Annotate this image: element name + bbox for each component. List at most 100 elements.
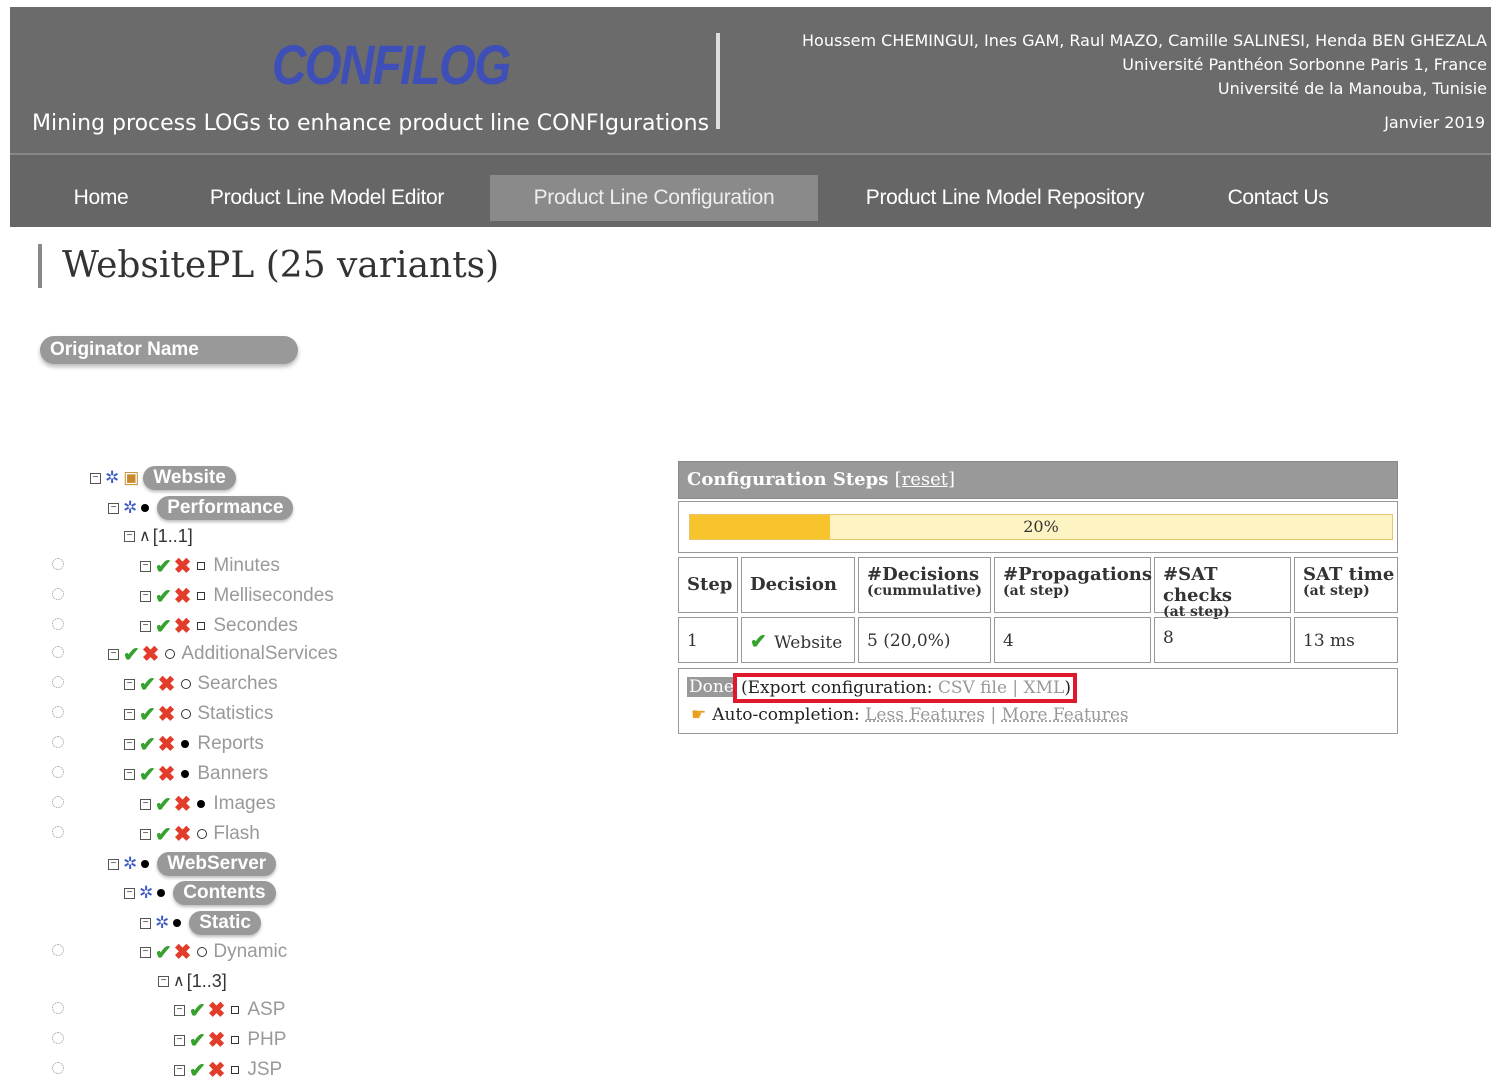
- collapse-icon[interactable]: −: [124, 678, 135, 690]
- collapse-icon[interactable]: −: [158, 975, 169, 987]
- confilog-logo: CONFILOG: [272, 33, 511, 96]
- collapse-icon[interactable]: −: [124, 708, 135, 720]
- select-check-icon[interactable]: ✔: [155, 940, 172, 965]
- select-check-icon[interactable]: ✔: [139, 672, 156, 697]
- cell-sat-time: 13 ms: [1294, 617, 1398, 663]
- selection-radio[interactable]: [52, 944, 64, 956]
- selection-radio[interactable]: [52, 558, 64, 570]
- collapse-icon[interactable]: −: [108, 648, 119, 660]
- feature-label[interactable]: Static: [189, 911, 261, 935]
- deselect-cross-icon[interactable]: ✖: [158, 762, 176, 787]
- reset-link[interactable]: [reset]: [895, 469, 955, 490]
- deselect-cross-icon[interactable]: ✖: [208, 1058, 226, 1083]
- collapse-icon[interactable]: −: [90, 472, 101, 484]
- more-features-link[interactable]: More Features: [1002, 705, 1129, 725]
- deselect-cross-icon[interactable]: ✖: [174, 614, 192, 639]
- originator-name-field[interactable]: Originator Name: [40, 336, 298, 364]
- selection-radio[interactable]: [52, 1062, 64, 1074]
- done-button[interactable]: Done: [687, 677, 736, 697]
- collapse-icon[interactable]: −: [140, 946, 151, 958]
- collapse-icon[interactable]: −: [174, 1034, 185, 1046]
- deselect-cross-icon[interactable]: ✖: [158, 702, 176, 727]
- select-check-icon[interactable]: ✔: [189, 1028, 206, 1053]
- collapse-icon[interactable]: −: [140, 560, 151, 572]
- tree-node-asp: − ✔ ✖ ASP: [174, 997, 285, 1023]
- select-check-icon[interactable]: ✔: [139, 762, 156, 787]
- collapse-icon[interactable]: −: [124, 768, 135, 780]
- select-check-icon[interactable]: ✔: [155, 822, 172, 847]
- mandatory-dot-icon: [157, 889, 166, 897]
- select-check-icon[interactable]: ✔: [155, 792, 172, 817]
- alternative-square-icon: [231, 1066, 240, 1074]
- collapse-icon[interactable]: −: [124, 530, 135, 542]
- tree-node-webserver: − ✲ WebServer: [108, 851, 277, 877]
- gear-icon: ✲: [123, 498, 138, 517]
- feature-label: JSP: [247, 1059, 283, 1080]
- select-check-icon[interactable]: ✔: [139, 702, 156, 727]
- selection-radio[interactable]: [52, 826, 64, 838]
- nav-contact[interactable]: Contact Us: [1204, 175, 1352, 221]
- deselect-cross-icon[interactable]: ✖: [174, 940, 192, 965]
- collapse-icon[interactable]: −: [124, 738, 135, 750]
- collapse-icon[interactable]: −: [140, 620, 151, 632]
- selection-radio[interactable]: [52, 588, 64, 600]
- nav-model-editor[interactable]: Product Line Model Editor: [186, 175, 468, 221]
- deselect-cross-icon[interactable]: ✖: [174, 822, 192, 847]
- selection-radio[interactable]: [52, 646, 64, 658]
- panel-header: Configuration Steps [reset]: [678, 461, 1398, 499]
- cell-sat-checks: 8: [1154, 617, 1291, 663]
- feature-label: Searches: [197, 673, 278, 694]
- selection-radio[interactable]: [52, 736, 64, 748]
- collapse-icon[interactable]: −: [124, 887, 135, 899]
- deselect-cross-icon[interactable]: ✖: [208, 998, 226, 1023]
- deselect-cross-icon[interactable]: ✖: [142, 642, 160, 667]
- collapse-icon[interactable]: −: [140, 828, 151, 840]
- select-check-icon[interactable]: ✔: [139, 732, 156, 757]
- feature-label[interactable]: Performance: [157, 496, 294, 520]
- selection-radio[interactable]: [52, 676, 64, 688]
- export-xml-link[interactable]: XML: [1024, 678, 1065, 698]
- select-check-icon[interactable]: ✔: [155, 614, 172, 639]
- select-check-icon[interactable]: ✔: [155, 584, 172, 609]
- deselect-cross-icon[interactable]: ✖: [174, 584, 192, 609]
- auto-completion: ☛ Auto-completion: Less Features | More F…: [691, 705, 1129, 725]
- nav-configuration[interactable]: Product Line Configuration: [490, 175, 818, 221]
- selection-radio[interactable]: [52, 618, 64, 630]
- deselect-cross-icon[interactable]: ✖: [174, 554, 192, 579]
- selection-radio[interactable]: [52, 706, 64, 718]
- select-check-icon[interactable]: ✔: [189, 1058, 206, 1083]
- select-check-icon[interactable]: ✔: [123, 642, 140, 667]
- deselect-cross-icon[interactable]: ✖: [174, 792, 192, 817]
- progress-label: 20%: [1023, 517, 1059, 536]
- select-check-icon[interactable]: ✔: [189, 998, 206, 1023]
- deselect-cross-icon[interactable]: ✖: [158, 672, 176, 697]
- feature-label[interactable]: Contents: [173, 881, 276, 905]
- tree-node-mellisecondes: − ✔ ✖ Mellisecondes: [140, 583, 334, 609]
- nav-home[interactable]: Home: [50, 175, 152, 221]
- panel-title: Configuration Steps: [687, 469, 889, 490]
- select-check-icon[interactable]: ✔: [155, 554, 172, 579]
- collapse-icon[interactable]: −: [174, 1004, 185, 1016]
- deselect-cross-icon[interactable]: ✖: [208, 1028, 226, 1053]
- collapse-icon[interactable]: −: [174, 1064, 185, 1076]
- selection-radio[interactable]: [52, 1002, 64, 1014]
- col-header-decisions: #Decisions (cummulative): [858, 557, 991, 613]
- col-header-step: Step: [678, 557, 738, 613]
- tree-node-php: − ✔ ✖ PHP: [174, 1027, 286, 1053]
- collapse-icon[interactable]: −: [108, 502, 119, 514]
- deselect-cross-icon[interactable]: ✖: [158, 732, 176, 757]
- selection-radio[interactable]: [52, 766, 64, 778]
- feature-label[interactable]: Website: [143, 466, 236, 490]
- collapse-icon[interactable]: −: [140, 798, 151, 810]
- collapse-icon[interactable]: −: [140, 917, 151, 929]
- collapse-icon[interactable]: −: [140, 590, 151, 602]
- cardinality-label: [1..3]: [186, 970, 227, 991]
- nav-model-repository[interactable]: Product Line Model Repository: [840, 175, 1170, 221]
- less-features-link[interactable]: Less Features: [865, 705, 985, 725]
- selection-radio[interactable]: [52, 796, 64, 808]
- export-csv-link[interactable]: CSV file: [938, 678, 1007, 698]
- tree-node-flash: − ✔ ✖ Flash: [140, 821, 260, 847]
- feature-label[interactable]: WebServer: [157, 852, 277, 876]
- collapse-icon[interactable]: −: [108, 858, 119, 870]
- selection-radio[interactable]: [52, 1032, 64, 1044]
